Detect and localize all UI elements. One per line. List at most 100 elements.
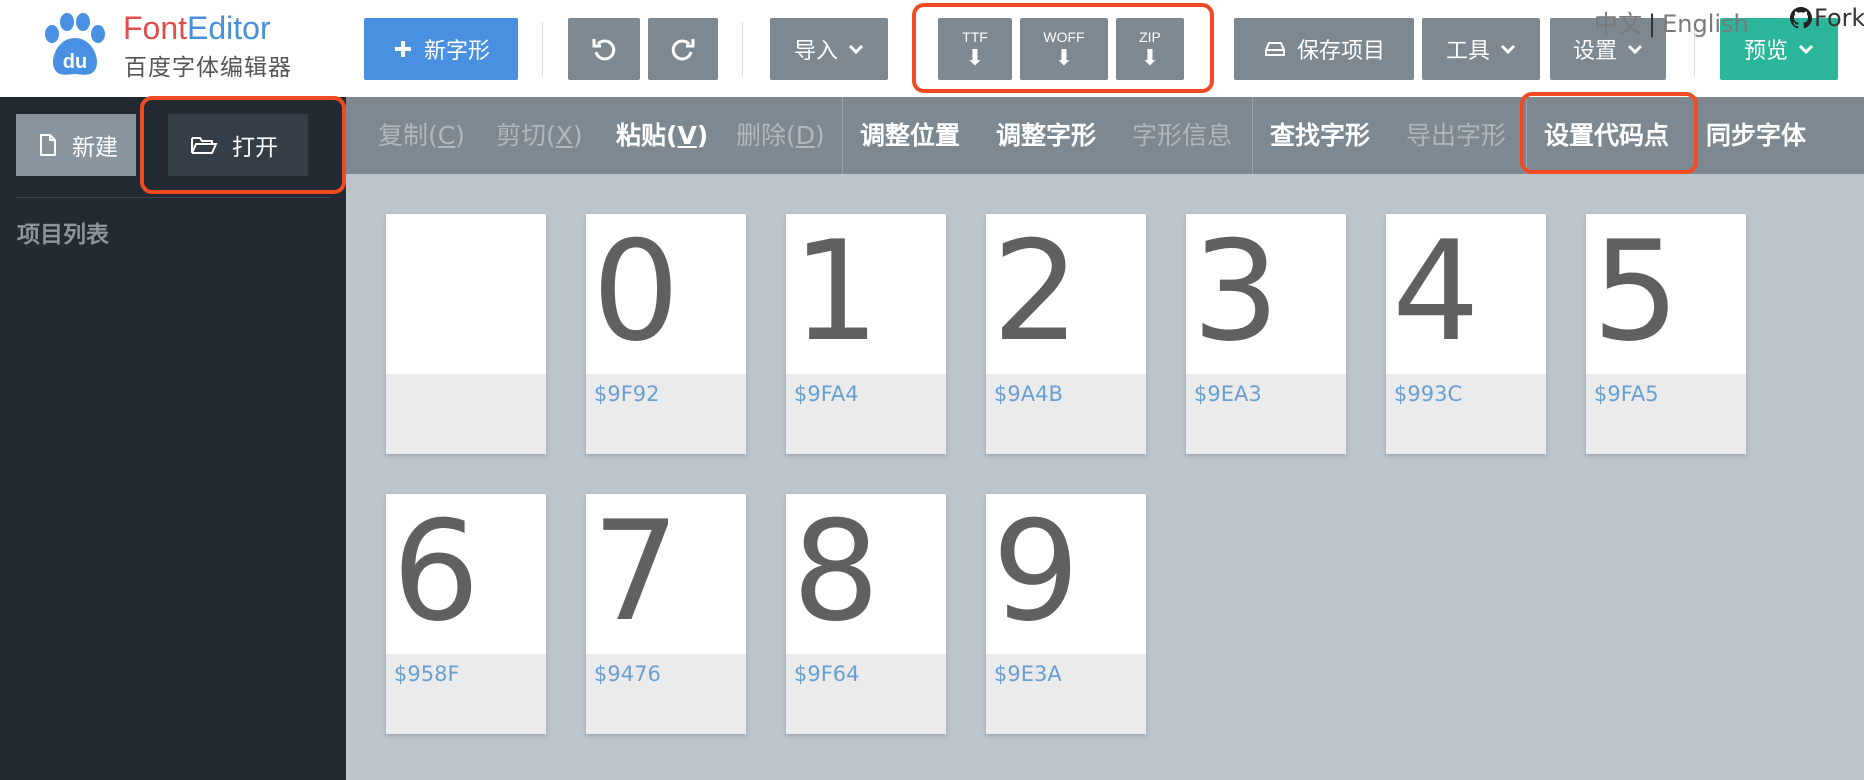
toolbar-divider — [542, 22, 543, 76]
new-glyph-label: 新字形 — [423, 39, 490, 64]
glyph-cell[interactable]: 7 $9476 — [586, 494, 746, 734]
chevron-down-icon — [1798, 44, 1814, 55]
redo-button[interactable] — [648, 18, 718, 80]
glyph-char: 3 — [1192, 214, 1280, 372]
preview-label: 预览 — [1743, 39, 1788, 64]
glyph-preview: 6 — [386, 494, 546, 654]
menu-divider — [1252, 97, 1253, 174]
export-zip-label: ZIP — [1139, 29, 1161, 45]
glyph-preview — [386, 214, 546, 374]
export-ttf-button[interactable]: TTF ⬇ — [938, 18, 1012, 80]
hard-drive-icon — [1264, 42, 1285, 56]
import-label: 导入 — [793, 39, 838, 64]
new-project-label: 新建 — [72, 135, 118, 161]
menu-copy[interactable]: 复制(C) — [378, 97, 465, 174]
glyph-preview: 4 — [1386, 214, 1546, 374]
glyph-cell[interactable]: 2 $9A4B — [986, 214, 1146, 454]
github-fork-link[interactable]: Fork — [1790, 4, 1864, 32]
tools-label: 工具 — [1445, 39, 1490, 64]
export-zip-button[interactable]: ZIP ⬇ — [1116, 18, 1184, 80]
menu-glyph-info[interactable]: 字形信息 — [1132, 97, 1232, 174]
menu-paste[interactable]: 粘贴(V) — [616, 97, 708, 174]
glyph-code: $9FA4 — [794, 382, 859, 406]
download-arrow-icon: ⬇ — [1140, 45, 1160, 70]
glyph-preview: 7 — [586, 494, 746, 654]
logo-title-part2: Editor — [187, 10, 271, 46]
glyph-cell[interactable]: 3 $9EA3 — [1186, 214, 1346, 454]
lang-en-link[interactable]: English — [1662, 10, 1749, 38]
logo-title-part1: Font — [123, 10, 188, 46]
glyph-code: $9E3A — [994, 662, 1062, 686]
glyph-cell[interactable]: 4 $993C — [1386, 214, 1546, 454]
glyph-char: 6 — [392, 494, 480, 652]
glyph-cell[interactable]: 9 $9E3A — [986, 494, 1146, 734]
file-icon — [40, 134, 56, 156]
new-project-button[interactable]: 新建 — [16, 114, 136, 176]
glyph-preview: 5 — [1586, 214, 1746, 374]
glyph-code: $958F — [394, 662, 460, 686]
menu-delete-label: 删除 — [736, 121, 787, 150]
glyph-cell[interactable]: 5 $9FA5 — [1586, 214, 1746, 454]
download-arrow-icon: ⬇ — [965, 45, 985, 70]
glyph-cell[interactable]: 6 $958F — [386, 494, 546, 734]
logo-subtitle: 百度字体编辑器 — [124, 55, 292, 81]
fork-label: Fork — [1814, 4, 1864, 32]
sidebar: 新建 打开 项目列表 — [0, 97, 346, 780]
glyph-preview: 8 — [786, 494, 946, 654]
lang-separator: | — [1648, 10, 1657, 38]
glyph-cell[interactable] — [386, 214, 546, 454]
menu-divider — [1526, 97, 1527, 174]
glyph-preview: 2 — [986, 214, 1146, 374]
undo-button[interactable] — [568, 18, 640, 80]
menu-paste-key: V — [677, 121, 697, 150]
top-toolbar: du FontEditor 百度字体编辑器 新字形 导入 TTF ⬇ WOFF … — [0, 0, 1864, 97]
glyph-code: $9F92 — [594, 382, 660, 406]
export-woff-button[interactable]: WOFF ⬇ — [1020, 18, 1108, 80]
glyph-char: 8 — [792, 494, 880, 652]
import-dropdown[interactable]: 导入 — [770, 18, 888, 80]
menu-cut[interactable]: 剪切(X) — [496, 97, 583, 174]
glyph-code: $9A4B — [994, 382, 1063, 406]
glyph-cell[interactable]: 1 $9FA4 — [786, 214, 946, 454]
menu-adjust-position[interactable]: 调整位置 — [860, 97, 960, 174]
language-switcher: 中文 | English — [1594, 4, 1749, 39]
chevron-down-icon — [1500, 44, 1516, 55]
menu-divider — [842, 97, 843, 174]
open-project-button[interactable]: 打开 — [168, 114, 308, 176]
open-project-label: 打开 — [232, 135, 278, 161]
glyph-code: $9476 — [594, 662, 661, 686]
menu-sync-font[interactable]: 同步字体 — [1706, 97, 1806, 174]
menu-delete-key: D — [795, 121, 816, 150]
toolbar-divider — [742, 22, 743, 76]
undo-icon — [592, 39, 616, 61]
glyph-preview: 0 — [586, 214, 746, 374]
menu-set-codepoint[interactable]: 设置代码点 — [1544, 97, 1669, 174]
glyph-code: $9F64 — [794, 662, 860, 686]
menu-find-glyph[interactable]: 查找字形 — [1270, 97, 1370, 174]
menu-copy-key: C — [437, 121, 456, 150]
menu-copy-label: 复制 — [378, 121, 429, 150]
tools-dropdown[interactable]: 工具 — [1422, 18, 1540, 80]
paw-logo-icon: du — [45, 13, 105, 75]
glyph-cell[interactable]: 0 $9F92 — [586, 214, 746, 454]
logo-title: FontEditor — [123, 10, 271, 46]
project-list-title: 项目列表 — [17, 222, 109, 248]
new-glyph-button[interactable]: 新字形 — [364, 18, 518, 80]
save-project-button[interactable]: 保存项目 — [1234, 18, 1414, 80]
glyph-char: 5 — [1592, 214, 1680, 372]
glyph-char: 7 — [592, 494, 680, 652]
glyph-char: 0 — [592, 214, 680, 372]
glyph-char: 9 — [992, 494, 1080, 652]
glyph-char: 2 — [992, 214, 1080, 372]
menu-adjust-glyph[interactable]: 调整字形 — [996, 97, 1096, 174]
download-arrow-icon: ⬇ — [1054, 45, 1074, 70]
glyph-char: 4 — [1392, 214, 1480, 372]
menu-delete[interactable]: 删除(D) — [736, 97, 825, 174]
glyph-cell[interactable]: 8 $9F64 — [786, 494, 946, 734]
app-logo[interactable]: du FontEditor 百度字体编辑器 — [0, 0, 346, 97]
menu-export-glyph[interactable]: 导出字形 — [1406, 97, 1506, 174]
lang-zh-link[interactable]: 中文 — [1594, 10, 1642, 38]
glyph-code: $993C — [1394, 382, 1463, 406]
export-ttf-label: TTF — [962, 29, 988, 45]
glyph-preview: 1 — [786, 214, 946, 374]
